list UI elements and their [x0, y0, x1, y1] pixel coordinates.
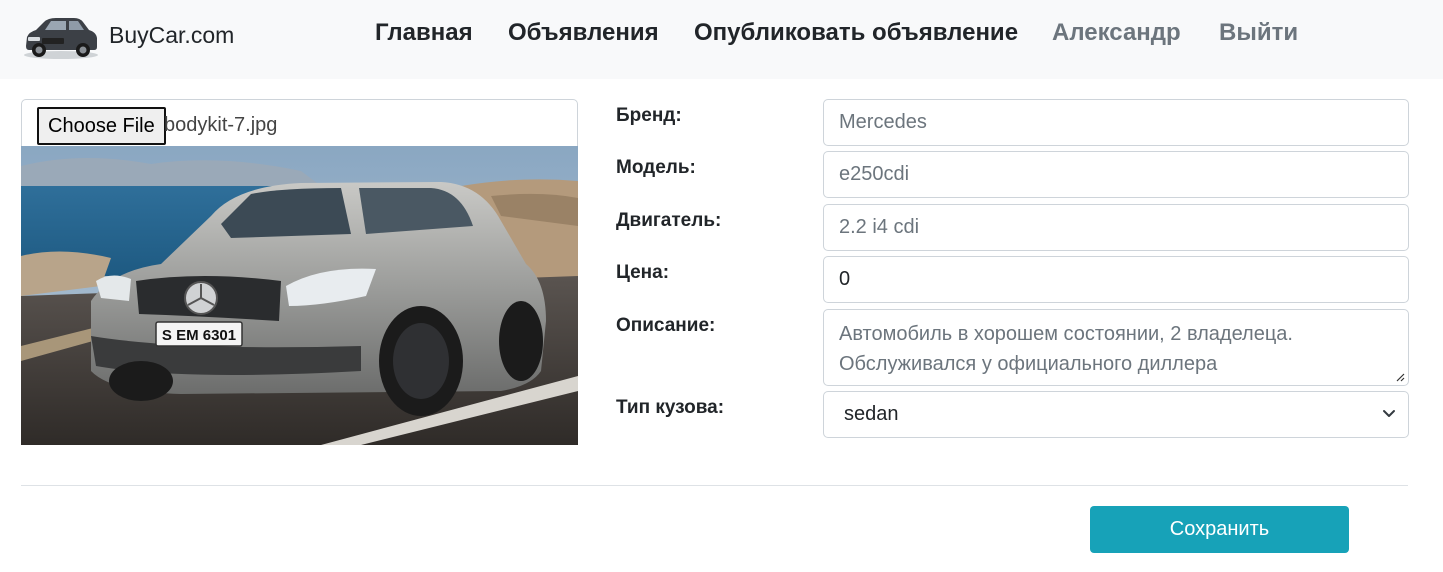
chevron-down-icon [1383, 410, 1395, 417]
nav-link-publish[interactable]: Опубликовать объявление [694, 17, 1018, 49]
model-label: Модель: [616, 157, 696, 178]
file-name: bodykit-7.jpg [164, 114, 278, 136]
brand-label: Бренд: [616, 105, 682, 126]
nav-link-home[interactable]: Главная [375, 17, 473, 49]
engine-label: Двигатель: [616, 210, 722, 231]
price-input[interactable]: 0 [823, 256, 1409, 303]
nav-link-logout[interactable]: Выйти [1219, 17, 1298, 49]
body-type-select[interactable]: sedan [823, 391, 1409, 438]
price-label: Цена: [616, 262, 670, 283]
body-type-value: sedan [844, 403, 899, 425]
model-input[interactable]: e250cdi [823, 151, 1409, 198]
brand-name: BuyCar.com [109, 21, 235, 48]
car-photo-preview: S EM 6301 [21, 146, 578, 445]
divider [21, 485, 1408, 486]
engine-input[interactable]: 2.2 i4 cdi [823, 204, 1409, 251]
file-input[interactable]: Choose File bodykit-7.jpg [21, 99, 578, 147]
brand-input[interactable]: Mercedes [823, 99, 1409, 146]
brand[interactable]: BuyCar.com [22, 10, 234, 60]
license-plate-text: S EM 6301 [162, 327, 236, 344]
navbar: BuyCar.com Главная Объявления Опубликова… [0, 0, 1443, 79]
choose-file-button[interactable]: Choose File [37, 107, 166, 145]
nav-link-listings[interactable]: Объявления [508, 17, 659, 49]
description-label: Описание: [616, 315, 716, 336]
body-type-label: Тип кузова: [616, 397, 725, 418]
description-text: Автомобиль в хорошем состоянии, 2 владел… [839, 323, 1293, 375]
car-logo-icon [24, 18, 98, 59]
resize-grip-icon[interactable] [1395, 372, 1405, 382]
save-button[interactable]: Сохранить [1090, 506, 1349, 553]
nav-link-user[interactable]: Александр [1052, 17, 1181, 49]
description-textarea[interactable]: Автомобиль в хорошем состоянии, 2 владел… [823, 309, 1409, 386]
